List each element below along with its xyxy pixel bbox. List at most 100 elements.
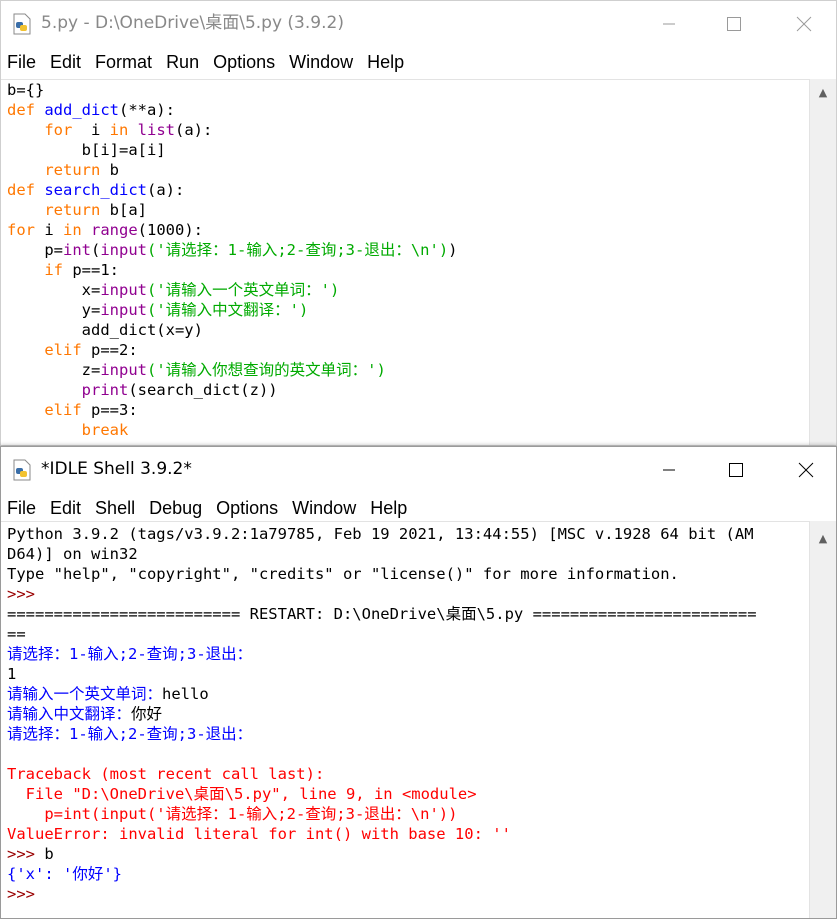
shell-scrollbar[interactable]: ▲ [809,521,836,918]
shell-line: 请选择：1-输入;2-查询;3-退出： [7,644,810,664]
close-button[interactable] [781,9,827,39]
code-token: {'x': '你好'} [7,865,122,883]
code-token: 请输入一个英文单词： [7,685,163,703]
code-line: y=input('请输入中文翻译：') [7,300,810,320]
menu-debug[interactable]: Debug [149,497,202,519]
code-token: p= [7,241,63,259]
code-line: print(search_dict(z)) [7,380,810,400]
menu-options[interactable]: Options [213,51,275,73]
shell-line: File "D:\OneDrive\桌面\5.py", line 9, in <… [7,784,810,804]
code-token: 请选择：1-输入;2-查询;3-退出： [7,725,253,743]
code-token: 请选择：1-输入;2-查询;3-退出： [7,645,253,663]
menu-run[interactable]: Run [166,51,199,73]
scroll-up-icon[interactable]: ▲ [810,527,836,549]
shell-line: D64)] on win32 [7,544,810,564]
code-token: (**a): [118,101,175,119]
code-line: for i in list(a): [7,120,810,140]
editor-window: 5.py - D:\OneDrive\桌面\5.py (3.9.2) File … [0,0,837,446]
code-token: return [7,201,110,219]
code-token: p==2: [91,341,138,359]
code-token: ValueError: invalid literal for int() wi… [7,825,511,843]
code-line: break [7,420,810,440]
close-icon [798,462,814,478]
code-token: ) [448,241,458,259]
code-token: b[a] [109,201,147,219]
shell-line: 请输入中文翻译：你好 [7,704,810,724]
code-token: for [7,121,82,139]
code-token: i [81,121,110,139]
editor-titlebar[interactable]: 5.py - D:\OneDrive\桌面\5.py (3.9.2) [1,1,836,45]
code-line: elif p==2: [7,340,810,360]
code-token: ('请输入你想查询的英文单词：') [147,361,386,379]
menu-file[interactable]: File [7,51,36,73]
code-token: def [7,181,45,199]
code-token: break [7,421,129,439]
code-token: y= [7,301,101,319]
code-token: in [109,121,138,139]
code-line: p=int(input('请选择：1-输入;2-查询;3-退出：\n')) [7,240,810,260]
code-token: D64)] on win32 [7,545,138,563]
menu-edit[interactable]: Edit [50,497,81,519]
menu-help[interactable]: Help [370,497,407,519]
code-token: def [7,101,45,119]
menu-format[interactable]: Format [95,51,152,73]
code-token: elif [7,341,91,359]
code-token: z= [7,361,101,379]
editor-menubar: File Edit Format Run Options Window Help [1,45,836,79]
code-token: == [7,625,26,643]
code-token: Python 3.9.2 (tags/v3.9.2:1a79785, Feb 1… [7,525,754,543]
menu-window[interactable]: Window [292,497,356,519]
code-token: i [44,221,63,239]
shell-line: 请输入一个英文单词：hello [7,684,810,704]
shell-line: Type "help", "copyright", "credits" or "… [7,564,810,584]
shell-line: p=int(input('请选择：1-输入;2-查询;3-退出：\n')) [7,804,810,824]
code-token: >>> [7,845,45,863]
code-token: ( [91,241,101,259]
code-line: def search_dict(a): [7,180,810,200]
menu-file[interactable]: File [7,497,36,519]
editor-scrollbar[interactable]: ▲ [809,79,836,445]
menu-help[interactable]: Help [367,51,404,73]
code-token: input [100,281,147,299]
shell-minimize-button[interactable] [646,455,692,485]
shell-maximize-button[interactable] [713,455,759,485]
code-token: (a): [174,121,213,139]
code-line: elif p==3: [7,400,810,420]
code-line: def add_dict(**a): [7,100,810,120]
code-line: x=input('请输入一个英文单词：') [7,280,810,300]
shell-output: Python 3.9.2 (tags/v3.9.2:1a79785, Feb 1… [1,522,810,904]
code-token: x= [7,281,101,299]
maximize-button[interactable] [711,9,757,39]
maximize-icon [729,463,743,477]
code-line: if p==1: [7,260,810,280]
shell-line: {'x': '你好'} [7,864,810,884]
code-token: Type "help", "copyright", "credits" or "… [7,565,679,583]
shell-titlebar[interactable]: *IDLE Shell 3.9.2* [1,447,836,491]
code-token: File "D:\OneDrive\桌面\5.py", line 9, in <… [7,785,477,803]
menu-window[interactable]: Window [289,51,353,73]
code-line: return b [7,160,810,180]
shell-line: ========================= RESTART: D:\On… [7,604,810,624]
shell-text-area[interactable]: Python 3.9.2 (tags/v3.9.2:1a79785, Feb 1… [1,521,810,918]
shell-close-button[interactable] [783,455,829,485]
shell-line: >>> b [7,844,810,864]
code-token: p==1: [72,261,119,279]
menu-options[interactable]: Options [216,497,278,519]
code-token: >>> [7,585,45,603]
editor-text-area[interactable]: b={} def add_dict(**a): for i in list(a):… [1,79,810,445]
code-token: 1 [7,665,17,683]
menu-shell[interactable]: Shell [95,497,135,519]
code-token: b={} [7,81,45,99]
code-line: add_dict(x=y) [7,320,810,340]
minimize-button[interactable] [646,9,692,39]
maximize-icon [727,17,741,31]
code-token: b[i]=a[i] [7,141,166,159]
code-token: hello [162,685,209,703]
code-line: b={} [7,80,810,100]
scroll-up-icon[interactable]: ▲ [810,81,836,103]
shell-line: Python 3.9.2 (tags/v3.9.2:1a79785, Feb 1… [7,524,810,544]
code-token: 你好 [131,705,163,723]
menu-edit[interactable]: Edit [50,51,81,73]
code-token: Traceback (most recent call last): [7,765,325,783]
